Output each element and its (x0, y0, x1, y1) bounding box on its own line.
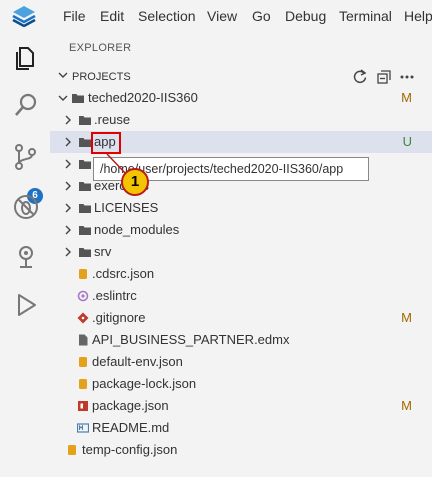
chevron-right-icon (65, 247, 71, 257)
menu-go[interactable]: Go (252, 8, 271, 24)
tree-item-package-lock[interactable]: package-lock.json (50, 373, 432, 395)
chevron-down-icon (58, 72, 68, 78)
chevron-right-icon (65, 181, 71, 191)
menu-debug[interactable]: Debug (285, 8, 326, 24)
menu-view[interactable]: View (207, 8, 237, 24)
activity-bar: 6 (0, 32, 50, 477)
folder-icon (79, 248, 91, 257)
tree-item-label: .gitignore (92, 310, 146, 325)
chevron-right-icon (65, 203, 71, 213)
tree-item-package-json[interactable]: package.json M (50, 395, 432, 417)
tree-item-label: .reuse (94, 112, 131, 127)
eslint-file-icon (77, 290, 89, 302)
tree-item-label: package.json (92, 398, 169, 413)
tree-item-label: API_BUSINESS_PARTNER.edmx (92, 332, 290, 347)
more-actions-icon[interactable] (398, 68, 416, 86)
gitignore-status-modified: M (401, 310, 412, 325)
tree-item-node-modules[interactable]: node_modules (50, 219, 432, 241)
run-icon[interactable] (11, 290, 41, 320)
folder-icon (79, 182, 91, 191)
chevron-right-icon (65, 137, 71, 147)
folder-icon (79, 160, 91, 169)
package-json-status-modified: M (401, 398, 412, 413)
source-control-icon[interactable] (11, 142, 41, 172)
markdown-file-icon (77, 423, 89, 433)
projects-section-header[interactable]: PROJECTS (50, 66, 432, 88)
tree-item-temp-config[interactable]: temp-config.json (50, 439, 432, 461)
debug-icon[interactable] (11, 192, 41, 222)
tree-item-label: .cdsrc.json (92, 266, 155, 281)
annotation-highlight-box (91, 132, 121, 154)
root-folder-label: teched2020-IIS360 (88, 90, 198, 105)
npm-file-icon (78, 401, 88, 411)
chevron-down-icon (58, 95, 68, 101)
explorer-sidebar: EXPLORER PROJECTS teched2020-IIS360 M .r… (50, 32, 432, 477)
tree-item-reuse[interactable]: .reuse (50, 109, 432, 131)
folder-icon (79, 204, 91, 213)
chevron-right-icon (65, 225, 71, 235)
tree-item-gitignore[interactable]: .gitignore M (50, 307, 432, 329)
folder-icon (79, 138, 91, 147)
annotation-callout-badge: 1 (121, 168, 149, 196)
chevron-right-icon (65, 159, 71, 169)
file-icon (79, 334, 88, 346)
menu-terminal[interactable]: Terminal (339, 8, 392, 24)
folder-icon (79, 226, 91, 235)
tree-item-srv[interactable]: srv (50, 241, 432, 263)
tree-item-label: temp-config.json (82, 442, 178, 457)
tree-item-label: package-lock.json (92, 376, 197, 391)
root-status-modified: M (401, 90, 412, 105)
json-file-icon (79, 269, 87, 279)
json-file-icon (79, 379, 87, 389)
tree-item-eslintrc[interactable]: .eslintrc (50, 285, 432, 307)
refresh-icon[interactable] (351, 68, 369, 86)
folder-icon (79, 116, 91, 125)
tree-item-default-env[interactable]: default-env.json (50, 351, 432, 373)
folder-icon (72, 94, 84, 103)
search-icon[interactable] (11, 90, 41, 120)
json-file-icon (68, 445, 76, 455)
tree-item-label: README.md (92, 420, 170, 435)
tree-item-edmx[interactable]: API_BUSINESS_PARTNER.edmx (50, 329, 432, 351)
tree-item-label: LICENSES (94, 200, 159, 215)
sidebar-title: EXPLORER (69, 42, 132, 54)
menu-bar: File Edit Selection View Go Debug Termin… (0, 0, 432, 32)
app-logo-icon (12, 6, 36, 27)
tree-item-label: srv (94, 244, 112, 259)
menu-selection[interactable]: Selection (138, 8, 196, 24)
tree-item-readme[interactable]: README.md (50, 417, 432, 439)
menu-help[interactable]: Help (404, 8, 432, 24)
menu-file[interactable]: File (63, 8, 86, 24)
tree-item-label: .eslintrc (92, 288, 137, 303)
tree-item-label: default-env.json (92, 354, 183, 369)
explorer-icon[interactable] (11, 42, 41, 72)
tree-root-folder[interactable]: teched2020-IIS360 M (50, 87, 432, 109)
tree-item-licenses[interactable]: LICENSES (50, 197, 432, 219)
remote-icon[interactable] (11, 242, 41, 272)
section-title: PROJECTS (72, 71, 131, 83)
tree-item-label: node_modules (94, 222, 180, 237)
git-file-icon (77, 312, 89, 324)
app-status-untracked: U (402, 134, 412, 149)
menu-edit[interactable]: Edit (100, 8, 124, 24)
collapse-all-icon[interactable] (375, 68, 393, 86)
json-file-icon (79, 357, 87, 367)
chevron-right-icon (65, 115, 71, 125)
tree-item-cdsrc-json[interactable]: .cdsrc.json (50, 263, 432, 285)
